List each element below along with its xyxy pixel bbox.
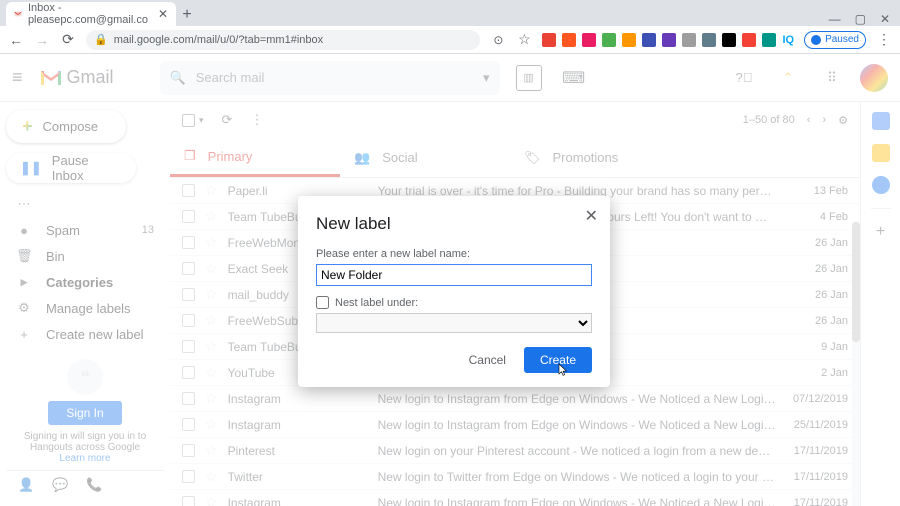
- ext-icon[interactable]: [582, 33, 596, 47]
- ext-icon[interactable]: [562, 33, 576, 47]
- dialog-title: New label: [316, 214, 592, 234]
- gmail-favicon-icon: [14, 7, 22, 21]
- create-button[interactable]: Create: [524, 347, 592, 373]
- ext-icon[interactable]: [602, 33, 616, 47]
- paused-label: Paused: [825, 34, 859, 45]
- profile-paused-chip[interactable]: Paused: [804, 31, 866, 49]
- window-close-icon[interactable]: ✕: [880, 12, 890, 26]
- new-label-dialog: ✕ New label Please enter a new label nam…: [298, 196, 610, 387]
- ext-icon[interactable]: [622, 33, 636, 47]
- cancel-button[interactable]: Cancel: [459, 347, 516, 373]
- back-icon[interactable]: ←: [8, 32, 24, 48]
- ext-icon[interactable]: [542, 33, 556, 47]
- profile-dot-icon: [811, 35, 821, 45]
- reload-icon[interactable]: ⟳: [60, 31, 76, 48]
- ext-icon[interactable]: [702, 33, 716, 47]
- ext-icon[interactable]: [722, 33, 736, 47]
- window-minimize-icon[interactable]: —: [829, 12, 841, 26]
- new-tab-button[interactable]: +: [176, 4, 198, 26]
- nest-label-row[interactable]: Nest label under:: [316, 296, 592, 309]
- window-maximize-icon[interactable]: ▢: [855, 12, 866, 26]
- settings-dial-icon[interactable]: ⊙: [490, 33, 506, 47]
- browser-tab[interactable]: Inbox - pleasepc.com@gmail.co ✕: [6, 2, 176, 26]
- ext-icon[interactable]: [742, 33, 756, 47]
- lock-icon: 🔒: [94, 33, 108, 46]
- browser-titlebar: Inbox - pleasepc.com@gmail.co ✕ + — ▢ ✕: [0, 0, 900, 26]
- nest-label-text: Nest label under:: [335, 297, 418, 309]
- browser-toolbar: ← → ⟳ 🔒 mail.google.com/mail/u/0/?tab=mm…: [0, 26, 900, 54]
- url-text: mail.google.com/mail/u/0/?tab=mm1#inbox: [114, 34, 323, 46]
- ext-iq-icon[interactable]: IQ: [782, 34, 794, 46]
- forward-icon[interactable]: →: [34, 32, 50, 48]
- browser-menu-icon[interactable]: ⋮: [876, 31, 892, 48]
- ext-icon[interactable]: [762, 33, 776, 47]
- ext-icon[interactable]: [682, 33, 696, 47]
- tab-title: Inbox - pleasepc.com@gmail.co: [28, 2, 148, 26]
- star-icon[interactable]: ☆: [516, 31, 532, 48]
- nest-checkbox[interactable]: [316, 296, 329, 309]
- ext-icon[interactable]: [642, 33, 656, 47]
- address-bar[interactable]: 🔒 mail.google.com/mail/u/0/?tab=mm1#inbo…: [86, 30, 480, 50]
- extensions-row: IQ: [542, 33, 794, 47]
- dialog-close-icon[interactable]: ✕: [585, 206, 598, 226]
- ext-icon[interactable]: [662, 33, 676, 47]
- label-name-input[interactable]: [316, 264, 592, 286]
- tab-close-icon[interactable]: ✕: [158, 7, 168, 21]
- dialog-prompt: Please enter a new label name:: [316, 248, 592, 260]
- create-label-text: Create: [540, 353, 576, 367]
- nest-parent-select[interactable]: [316, 313, 592, 333]
